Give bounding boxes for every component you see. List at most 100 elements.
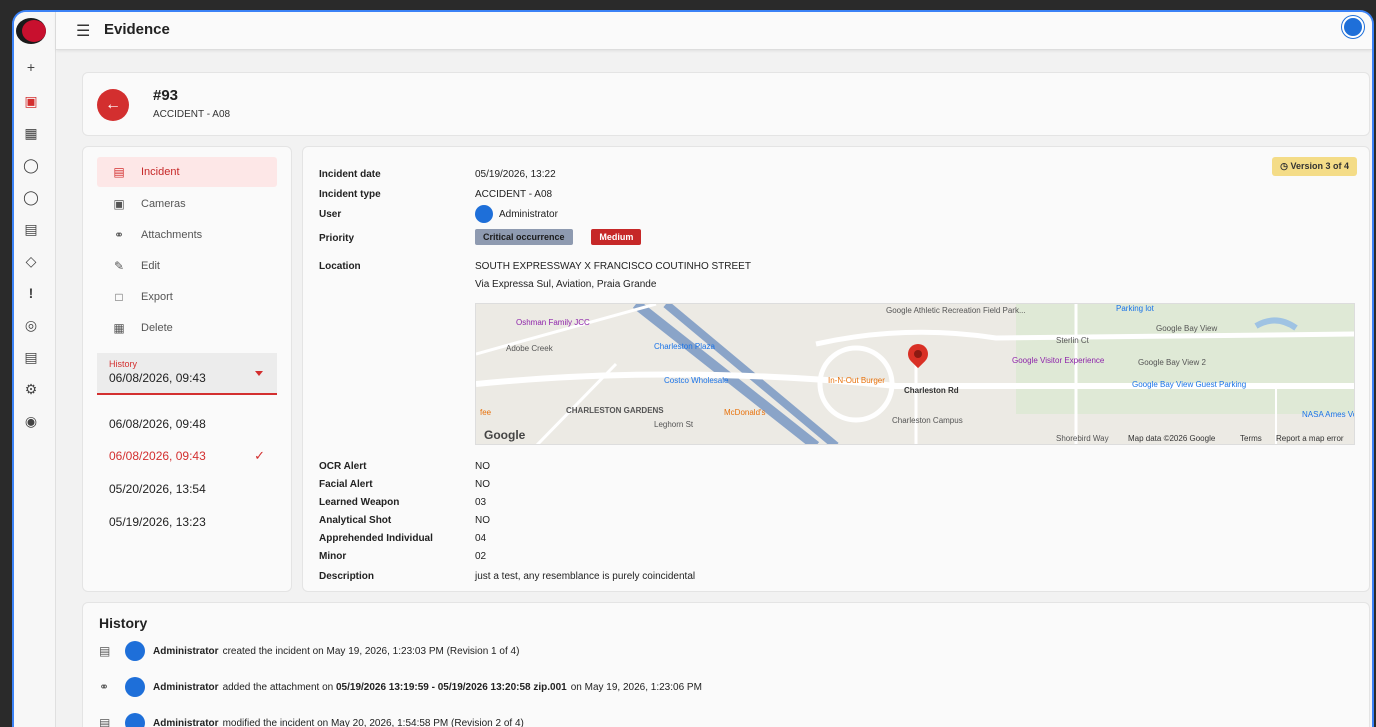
history-option-label: 05/20/2026, 13:54 bbox=[109, 482, 206, 496]
attachment-name[interactable]: 05/19/2026 13:19:59 - 05/19/2026 13:20:5… bbox=[336, 682, 567, 693]
facial-label: Facial Alert bbox=[319, 479, 373, 490]
map-footer: Map data ©2026 Google bbox=[1128, 434, 1216, 443]
diamond-icon[interactable]: ◇ bbox=[22, 252, 40, 270]
minor-label: Minor bbox=[319, 551, 347, 562]
map-label: Costco Wholesale bbox=[664, 376, 729, 385]
map-terms-link[interactable]: Terms bbox=[1240, 434, 1262, 443]
pencil-icon: ✎ bbox=[113, 259, 125, 273]
history-text: added the attachment on bbox=[222, 681, 334, 693]
alert-icon[interactable]: ! bbox=[22, 284, 40, 302]
hamburger-menu-icon[interactable]: ☰ bbox=[76, 21, 90, 41]
incident-type-subtitle: ACCIDENT - A08 bbox=[153, 109, 231, 120]
history-select[interactable]: History 06/08/2026, 09:43 bbox=[97, 353, 277, 395]
nav-attachments[interactable]: ⚭ Attachments bbox=[97, 220, 277, 250]
map-label: Oshman Family JCC bbox=[516, 318, 590, 327]
nav-label: Edit bbox=[141, 260, 160, 272]
incident-number: #93 bbox=[153, 87, 179, 104]
location-icon[interactable]: ◎ bbox=[22, 316, 40, 334]
map-label: Google Visitor Experience bbox=[1012, 356, 1105, 365]
nav-delete[interactable]: ▦ Delete bbox=[97, 313, 277, 343]
facial-value: NO bbox=[475, 479, 490, 490]
history-option[interactable]: 05/19/2026, 13:23 bbox=[97, 507, 277, 537]
user-avatar-icon bbox=[125, 713, 145, 727]
map-label: Charleston Plaza bbox=[654, 342, 715, 351]
user-label: User bbox=[319, 209, 342, 220]
history-entry: ▤ Administrator modified the incident on… bbox=[99, 713, 524, 727]
history-user: Administrator bbox=[153, 681, 219, 693]
map-label: McDonald's bbox=[724, 408, 766, 417]
nav-export[interactable]: □ Export bbox=[97, 282, 277, 312]
apprehended-label: Apprehended Individual bbox=[319, 533, 433, 544]
priority-label: Priority bbox=[319, 233, 355, 244]
nav-label: Incident bbox=[141, 166, 180, 178]
settings-icon[interactable]: ⚙ bbox=[22, 380, 40, 398]
group-icon[interactable]: ◯ bbox=[22, 188, 40, 206]
map-label: fee bbox=[480, 408, 492, 417]
nav-cameras[interactable]: ▣ Cameras bbox=[97, 189, 277, 219]
shot-label: Analytical Shot bbox=[319, 515, 392, 526]
user-avatar-icon bbox=[125, 677, 145, 697]
incident-type-label: Incident type bbox=[319, 189, 381, 200]
dropdown-caret-icon bbox=[255, 371, 263, 376]
priority-chip-medium: Medium bbox=[591, 229, 642, 245]
incident-date-label: Incident date bbox=[319, 169, 381, 180]
map-label: Adobe Creek bbox=[506, 344, 553, 353]
user-icon[interactable]: ◯ bbox=[22, 156, 40, 174]
dashboard-icon[interactable]: ▦ bbox=[22, 124, 40, 142]
plus-icon[interactable]: + bbox=[22, 58, 40, 76]
map-report-link[interactable]: Report a map error bbox=[1276, 434, 1344, 443]
weapon-value: 03 bbox=[475, 497, 487, 508]
history-option-label: 06/08/2026, 09:48 bbox=[109, 417, 206, 431]
document-icon: ▤ bbox=[99, 716, 111, 727]
apprehended-value: 04 bbox=[475, 533, 487, 544]
history-option[interactable]: 05/20/2026, 13:54 bbox=[97, 474, 277, 504]
back-button[interactable]: ← bbox=[97, 89, 129, 121]
nav-incident[interactable]: ▤ Incident bbox=[97, 157, 277, 187]
paperclip-icon: ⚭ bbox=[113, 228, 125, 242]
icon-rail: + ▣ ▦ ◯ ◯ ▤ ◇ ! ◎ ▤ ⚙ ◉ bbox=[14, 12, 56, 727]
incident-details: ◷ Version 3 of 4 Incident date 05/19/202… bbox=[302, 146, 1370, 592]
checkmark-icon: ✓ bbox=[254, 448, 265, 463]
export-icon: □ bbox=[115, 290, 123, 304]
location-label: Location bbox=[319, 261, 361, 272]
arrow-left-icon: ← bbox=[105, 96, 121, 113]
server-icon[interactable]: ▤ bbox=[22, 348, 40, 366]
app-window: + ▣ ▦ ◯ ◯ ▤ ◇ ! ◎ ▤ ⚙ ◉ ☰ Evidence ← #93… bbox=[12, 10, 1374, 727]
map-label: Parking lot bbox=[1116, 304, 1154, 313]
location-line2: Via Expressa Sul, Aviation, Praia Grande bbox=[475, 279, 657, 290]
incident-date-value: 05/19/2026, 13:22 bbox=[475, 169, 556, 180]
nav-label: Delete bbox=[141, 322, 173, 334]
evidence-icon[interactable]: ▣ bbox=[22, 92, 40, 110]
history-option-selected[interactable]: 06/08/2026, 09:43 ✓ bbox=[97, 441, 277, 471]
nav-label: Export bbox=[141, 291, 173, 303]
version-badge[interactable]: ◷ Version 3 of 4 bbox=[1272, 157, 1357, 176]
version-label: Version 3 of 4 bbox=[1290, 161, 1349, 171]
map-label: CHARLESTON GARDENS bbox=[566, 406, 664, 415]
history-text: modified the incident on May 20, 2026, 1… bbox=[222, 717, 524, 727]
document-icon[interactable]: ▤ bbox=[22, 220, 40, 238]
shot-value: NO bbox=[475, 515, 490, 526]
history-entry: ⚭ Administrator added the attachment on … bbox=[99, 677, 702, 697]
location-map[interactable]: Oshman Family JCC Charleston Plaza Costc… bbox=[475, 303, 1355, 445]
history-entry: ▤ Administrator created the incident on … bbox=[99, 641, 519, 661]
history-user: Administrator bbox=[153, 717, 219, 727]
nav-edit[interactable]: ✎ Edit bbox=[97, 251, 277, 281]
map-label: Sterlin Ct bbox=[1056, 336, 1089, 345]
user-avatar[interactable] bbox=[1342, 16, 1364, 38]
history-option[interactable]: 06/08/2026, 09:48 bbox=[97, 409, 277, 439]
map-label: Google Bay View bbox=[1156, 324, 1218, 333]
incident-type-value: ACCIDENT - A08 bbox=[475, 189, 553, 200]
location-line1: SOUTH EXPRESSWAY X FRANCISCO COUTINHO ST… bbox=[475, 261, 751, 272]
history-text: created the incident on May 19, 2026, 1:… bbox=[222, 645, 520, 657]
minor-value: 02 bbox=[475, 551, 487, 562]
page-title: Evidence bbox=[104, 21, 170, 38]
document-icon: ▤ bbox=[99, 644, 111, 658]
ocr-label: OCR Alert bbox=[319, 461, 367, 472]
badge-icon[interactable]: ◉ bbox=[22, 412, 40, 430]
history-user: Administrator bbox=[153, 645, 219, 657]
user-avatar-icon bbox=[125, 641, 145, 661]
map-label: Google Bay View Guest Parking bbox=[1132, 380, 1247, 389]
top-bar: ☰ Evidence bbox=[56, 12, 1372, 50]
priority-value: Critical occurrence Medium bbox=[475, 229, 642, 245]
paperclip-icon: ⚭ bbox=[99, 680, 110, 694]
